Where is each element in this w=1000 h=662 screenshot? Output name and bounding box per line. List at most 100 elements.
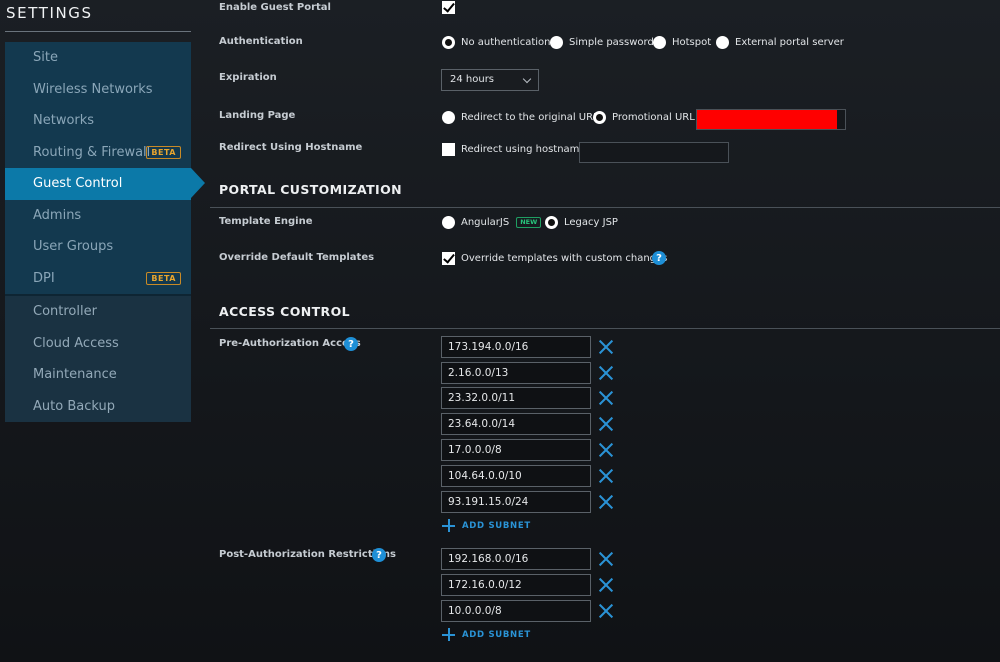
remove-subnet-icon[interactable] [598,468,614,484]
engine-angularjs-radio[interactable] [442,216,455,229]
subnet-input[interactable]: 10.0.0.0/8 [441,600,591,622]
subnet-input[interactable]: 93.191.15.0/24 [441,491,591,513]
sidebar-item-label: Cloud Access [33,335,119,351]
sidebar-item-routing-firewall[interactable]: Routing & Firewall BETA [5,136,191,168]
sidebar-item-label: Admins [33,207,82,223]
override-templates-option-label: Override templates with custom changes [461,253,668,264]
remove-subnet-icon[interactable] [598,494,614,510]
remove-subnet-icon[interactable] [598,416,614,432]
remove-subnet-icon[interactable] [598,603,614,619]
sidebar-item-label: Guest Control [33,176,123,191]
engine-legacy-jsp-radio[interactable] [545,216,558,229]
pre-auth-subnet-row: 23.32.0.0/11 [441,387,614,409]
sidebar-item-user-groups[interactable]: User Groups [5,231,191,263]
remove-subnet-icon[interactable] [598,339,614,355]
post-authorization-label: Post-Authorization Restrictions [219,549,396,560]
sidebar-item-guest-control[interactable]: Guest Control [5,168,205,200]
add-subnet-button[interactable]: ADD SUBNET [442,628,531,641]
subnet-input[interactable]: 173.194.0.0/16 [441,336,591,358]
post-auth-subnet-row: 10.0.0.0/8 [441,600,614,622]
auth-option-hotspot[interactable]: Hotspot [653,36,711,49]
landing-option-promotional-url[interactable]: Promotional URL [593,111,695,124]
sidebar-title: SETTINGS [6,4,93,22]
auth-option-label: No authentication [461,37,551,48]
sidebar-item-label: Networks [33,113,95,128]
engine-option-angularjs[interactable]: AngularJS NEW [442,216,551,229]
subnet-input[interactable]: 17.0.0.0/8 [441,439,591,461]
override-templates-label: Override Default Templates [219,252,375,263]
sidebar-item-networks[interactable]: Networks [5,105,191,137]
expiration-value: 24 hours [450,74,495,85]
subnet-input[interactable]: 192.168.0.0/16 [441,548,591,570]
auth-option-external-portal[interactable]: External portal server [716,36,844,49]
remove-subnet-icon[interactable] [598,390,614,406]
redacted-url-block [697,110,837,129]
enable-guest-portal-label: Enable Guest Portal [219,2,331,13]
redirect-hostname-label: Redirect Using Hostname [219,142,363,153]
engine-option-legacy-jsp[interactable]: Legacy JSP [545,216,618,229]
enable-guest-portal-option [442,1,461,14]
new-badge: NEW [516,217,542,228]
subnet-input[interactable]: 23.64.0.0/14 [441,413,591,435]
remove-subnet-icon[interactable] [598,442,614,458]
sidebar-item-cloud-access[interactable]: Cloud Access [5,327,191,359]
auth-hotspot-radio[interactable] [653,36,666,49]
redirect-hostname-input[interactable] [579,142,729,163]
redirect-hostname-checkbox[interactable] [442,143,455,156]
help-icon[interactable]: ? [344,337,358,351]
section-divider [210,207,1000,208]
sidebar-item-maintenance[interactable]: Maintenance [5,359,191,391]
help-icon[interactable]: ? [652,251,666,265]
auth-simple-password-radio[interactable] [550,36,563,49]
sidebar-item-label: Auto Backup [33,398,115,414]
redirect-hostname-option[interactable]: Redirect using hostname [442,143,586,156]
auth-external-portal-radio[interactable] [716,36,729,49]
sidebar-item-auto-backup[interactable]: Auto Backup [5,390,191,422]
pre-auth-subnet-row: 2.16.0.0/13 [441,362,614,384]
auth-option-simple-password[interactable]: Simple password [550,36,654,49]
sidebar-item-controller[interactable]: Controller [5,296,191,328]
post-auth-subnet-row: 172.16.0.0/12 [441,574,614,596]
subnet-input[interactable]: 2.16.0.0/13 [441,362,591,384]
sidebar-item-label: User Groups [33,239,114,254]
landing-option-label: Promotional URL [612,112,695,123]
sidebar-item-dpi[interactable]: DPI BETA [5,262,191,294]
portal-customization-heading: PORTAL CUSTOMIZATION [219,182,402,197]
sidebar-item-admins[interactable]: Admins [5,199,191,231]
add-subnet-label: ADD SUBNET [462,520,531,531]
enable-guest-portal-checkbox[interactable] [442,1,455,14]
subnet-input[interactable]: 172.16.0.0/12 [441,574,591,596]
auth-no-authentication-radio[interactable] [442,36,455,49]
subnet-input[interactable]: 23.32.0.0/11 [441,387,591,409]
subnet-input[interactable]: 104.64.0.0/10 [441,465,591,487]
pre-auth-subnet-row: 104.64.0.0/10 [441,465,614,487]
sidebar-item-label: Controller [33,304,97,319]
override-templates-checkbox[interactable] [442,252,455,265]
landing-page-label: Landing Page [219,110,296,121]
landing-option-original-url[interactable]: Redirect to the original URL [442,111,599,124]
pre-auth-subnet-row: 17.0.0.0/8 [441,439,614,461]
remove-subnet-icon[interactable] [598,577,614,593]
auth-option-label: Simple password [569,37,654,48]
engine-option-label: AngularJS [461,217,510,228]
add-subnet-button[interactable]: ADD SUBNET [442,519,531,532]
override-templates-option[interactable]: Override templates with custom changes [442,252,667,265]
sidebar-item-wireless-networks[interactable]: Wireless Networks [5,73,191,105]
auth-option-label: External portal server [735,37,844,48]
access-control-heading: ACCESS CONTROL [219,304,350,319]
post-auth-subnet-row: 192.168.0.0/16 [441,548,614,570]
sidebar-item-site[interactable]: Site [5,42,191,74]
remove-subnet-icon[interactable] [598,365,614,381]
landing-original-url-radio[interactable] [442,111,455,124]
beta-badge: BETA [146,271,181,285]
help-icon[interactable]: ? [372,548,386,562]
landing-promotional-url-radio[interactable] [593,111,606,124]
auth-option-no-authentication[interactable]: No authentication [442,36,550,49]
remove-subnet-icon[interactable] [598,551,614,567]
sidebar-item-label: Site [33,50,58,65]
section-divider [210,328,1000,329]
redirect-hostname-option-label: Redirect using hostname [461,144,586,155]
authentication-label: Authentication [219,36,303,47]
settings-sidebar: SETTINGS Site Wireless Networks Networks… [0,0,205,662]
expiration-select[interactable]: 24 hours [441,69,539,91]
